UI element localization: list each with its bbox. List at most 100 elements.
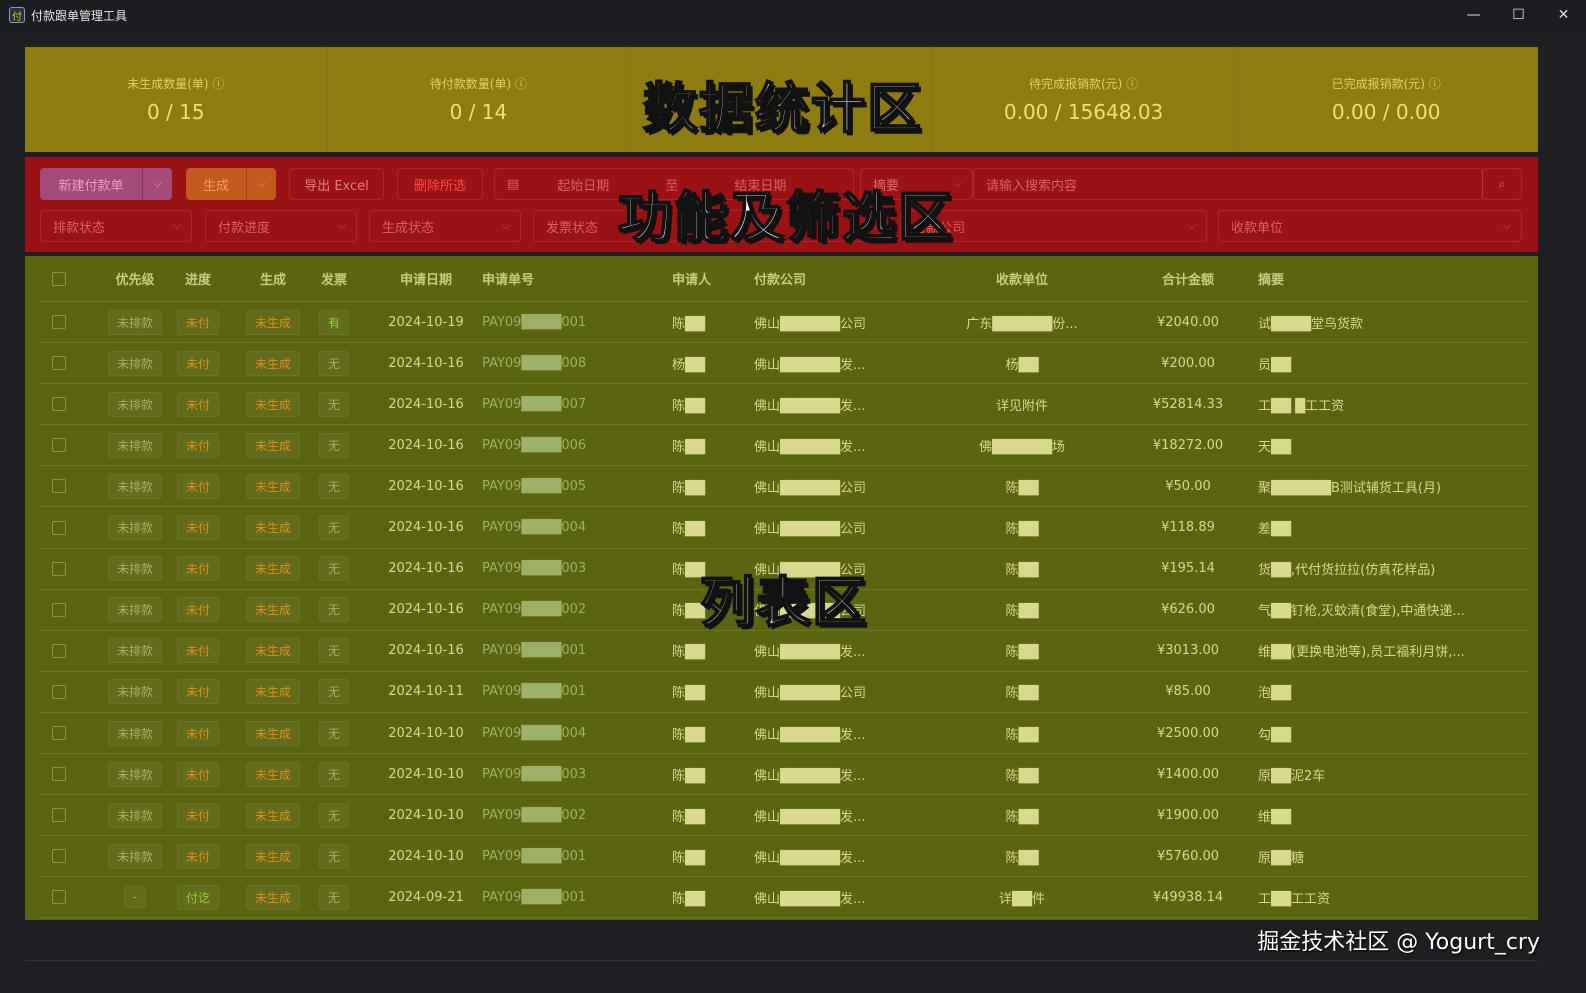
schedule-status-select[interactable]: 排款状态 ⌵ <box>40 210 192 242</box>
checkbox-box[interactable] <box>52 271 66 286</box>
summary-text: 员██ <box>1258 357 1291 373</box>
row-checkbox[interactable] <box>48 343 70 383</box>
app-icon: 付 <box>9 7 25 23</box>
chevron-down-icon[interactable]: ⌵ <box>142 168 172 200</box>
checkbox-box[interactable] <box>52 315 66 329</box>
table-row[interactable]: 未排款 未付 未生成无 2024-10-16 PAY09████008 杨██ 佛山████… <box>40 343 1528 385</box>
applicant-text: 陈██ <box>672 398 705 414</box>
maximize-button[interactable]: ☐ <box>1496 0 1541 30</box>
row-checkbox[interactable] <box>48 672 70 712</box>
info-icon[interactable]: ⓘ <box>515 77 527 91</box>
header-payee[interactable]: 收款单位 <box>932 256 1112 301</box>
checkbox-box[interactable] <box>52 890 66 905</box>
checkbox-box[interactable] <box>52 561 66 576</box>
header-priority[interactable]: 优先级 <box>100 256 170 301</box>
checkbox-box[interactable] <box>52 849 66 864</box>
applicant-text: 陈██ <box>672 727 705 743</box>
info-icon[interactable]: ⓘ <box>212 77 224 91</box>
row-checkbox[interactable] <box>48 590 70 630</box>
checkbox-box[interactable] <box>52 602 66 617</box>
table-row[interactable]: 未排款 未付 未生成无 2024-10-10 PAY09████002 陈██ 佛山████… <box>40 795 1528 837</box>
cell-applicant: 陈██ <box>672 425 747 465</box>
table-row[interactable]: 未排款 未付 未生成无 2024-10-10 PAY09████004 陈██ 佛山████… <box>40 713 1528 754</box>
total-amount-text: ¥3013.00 <box>1156 643 1220 659</box>
total-amount-text: ¥200.00 <box>1161 355 1215 371</box>
table-row[interactable]: 未排款 未付 未生成无 2024-10-10 PAY09████001 陈██ 佛山████… <box>40 836 1528 878</box>
table-row[interactable]: 未排款 未付 未生成无 2024-10-10 PAY09████003 陈██ 佛山████… <box>40 754 1528 796</box>
checkbox-box[interactable] <box>52 356 66 371</box>
header-generate[interactable]: 生成 <box>238 256 308 301</box>
cell-invoice: 无 <box>312 836 356 876</box>
table-row[interactable]: 未排款 未付 未生成有 2024-10-19 PAY09████001 陈██ 佛山████… <box>40 302 1528 343</box>
select-all-checkbox[interactable] <box>48 256 70 301</box>
cell-apply-date: 2024-10-10 <box>364 795 488 835</box>
header-progress[interactable]: 进度 <box>170 256 226 301</box>
cell-total-amount: ¥52814.33 <box>1118 384 1258 424</box>
header-summary[interactable]: 摘要 <box>1258 256 1528 301</box>
new-payment-button[interactable]: 新建付款单 ⌵ <box>40 168 172 200</box>
row-checkbox[interactable] <box>48 754 70 794</box>
summary-text: 差██ <box>1258 522 1291 537</box>
info-icon[interactable]: ⓘ <box>1126 77 1138 91</box>
checkbox-box[interactable] <box>52 397 66 412</box>
table-row[interactable]: 未排款 未付 未生成无 2024-10-11 PAY09████001 陈██ 佛山████… <box>40 672 1528 713</box>
checkbox-box[interactable] <box>52 726 66 740</box>
table-row[interactable]: 未排款 未付 未生成无 2024-10-16 PAY09████005 陈██ 佛山████… <box>40 466 1528 508</box>
checkbox-box[interactable] <box>52 438 66 453</box>
header-total-amount[interactable]: 合计金额 <box>1118 256 1258 301</box>
row-checkbox[interactable] <box>48 302 70 342</box>
summary-text: 勾██ <box>1258 727 1291 743</box>
cell-progress: 未付 <box>170 754 226 794</box>
info-icon[interactable]: ⓘ <box>1429 77 1441 91</box>
checkbox-box[interactable] <box>52 684 66 699</box>
header-apply-no[interactable]: 申请单号 <box>482 256 632 301</box>
row-checkbox[interactable] <box>48 508 70 548</box>
priority-tag: 未排款 <box>107 391 162 417</box>
close-button[interactable]: ✕ <box>1541 0 1586 30</box>
priority-tag: 未排款 <box>107 802 162 828</box>
row-checkbox[interactable] <box>48 795 70 835</box>
row-checkbox[interactable] <box>48 836 70 876</box>
start-date-input[interactable]: 起始日期 <box>557 175 609 194</box>
checkbox-box[interactable] <box>52 808 66 823</box>
generate-button[interactable]: 生成 ⌵ <box>186 168 276 200</box>
header-payer-company[interactable]: 付款公司 <box>754 256 939 301</box>
search-input[interactable]: 请输入搜索内容 <box>973 168 1483 200</box>
checkbox-box[interactable] <box>52 520 66 535</box>
total-amount-text: ¥1900.00 <box>1156 807 1220 823</box>
stat-value: 0.00 / 0.00 <box>1331 100 1441 124</box>
checkbox-box[interactable] <box>52 767 66 782</box>
row-checkbox[interactable] <box>48 549 70 589</box>
apply-no-text: PAY09████007 <box>482 396 587 412</box>
table-row[interactable]: 未排款 未付 未生成无 2024-10-16 PAY09████006 陈██ 佛山████… <box>40 425 1528 467</box>
header-apply-date[interactable]: 申请日期 <box>364 256 488 301</box>
row-checkbox[interactable] <box>48 425 70 465</box>
delete-selected-button[interactable]: 删除所选 <box>397 168 483 200</box>
checkbox-box[interactable] <box>52 643 66 658</box>
search-icon[interactable]: ⌕ <box>1482 168 1522 200</box>
row-checkbox[interactable] <box>48 877 70 917</box>
summary-text: 工██ █工工资 <box>1258 398 1345 414</box>
table-row[interactable]: 未排款 未付 未生成无 2024-10-16 PAY09████007 陈██ 佛山████… <box>40 384 1528 426</box>
generate-status-select[interactable]: 生成状态 ⌵ <box>369 210 521 242</box>
table-row[interactable]: - 付讫 未生成无 2024-09-21 PAY09████001 陈██ 佛山██████… <box>40 877 1528 919</box>
cell-apply-date: 2024-10-16 <box>364 590 488 630</box>
payer-company-text: 佛山██████发... <box>754 398 866 414</box>
total-amount-text: ¥5760.00 <box>1156 848 1220 864</box>
chevron-down-icon[interactable]: ⌵ <box>246 168 276 200</box>
minimize-button[interactable]: — <box>1451 0 1496 30</box>
row-checkbox[interactable] <box>48 384 70 424</box>
row-checkbox[interactable] <box>48 713 70 753</box>
cell-invoice: 无 <box>312 877 356 917</box>
payment-progress-select[interactable]: 付款进度 ⌵ <box>205 210 357 242</box>
cell-applicant: 陈██ <box>672 672 747 712</box>
row-checkbox[interactable] <box>48 466 70 506</box>
table-row[interactable]: 未排款 未付 未生成无 2024-10-16 PAY09████004 陈██ 佛山████… <box>40 508 1528 549</box>
payee-select[interactable]: 收款单位 ⌵ <box>1218 210 1522 242</box>
header-invoice[interactable]: 发票 <box>312 256 356 301</box>
checkbox-box[interactable] <box>52 479 66 494</box>
export-excel-button[interactable]: 导出 Excel <box>289 168 384 200</box>
cell-progress: 未付 <box>170 836 226 876</box>
row-checkbox[interactable] <box>48 631 70 671</box>
header-applicant[interactable]: 申请人 <box>672 256 747 301</box>
